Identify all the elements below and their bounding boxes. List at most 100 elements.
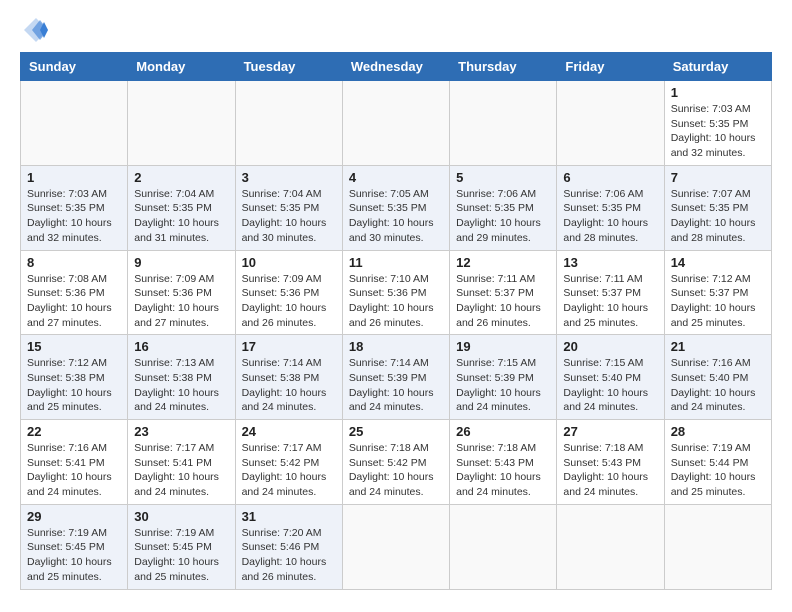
day-number: 25 <box>349 424 443 439</box>
day-info: Sunrise: 7:12 AM Sunset: 5:38 PM Dayligh… <box>27 356 121 415</box>
day-info: Sunrise: 7:15 AM Sunset: 5:39 PM Dayligh… <box>456 356 550 415</box>
calendar-cell: 28Sunrise: 7:19 AM Sunset: 5:44 PM Dayli… <box>664 420 771 505</box>
calendar-cell: 23Sunrise: 7:17 AM Sunset: 5:41 PM Dayli… <box>128 420 235 505</box>
day-number: 31 <box>242 509 336 524</box>
calendar-cell: 29 Sunrise: 7:19 AM Sunset: 5:45 PM Dayli… <box>21 504 128 589</box>
calendar-cell: 27Sunrise: 7:18 AM Sunset: 5:43 PM Dayli… <box>557 420 664 505</box>
calendar-cell: 4 Sunrise: 7:05 AM Sunset: 5:35 PM Daylig… <box>342 165 449 250</box>
calendar-cell: 7 Sunrise: 7:07 AM Sunset: 5:35 PM Daylig… <box>664 165 771 250</box>
calendar-cell: 18Sunrise: 7:14 AM Sunset: 5:39 PM Dayli… <box>342 335 449 420</box>
calendar-cell: 12 Sunrise: 7:11 AM Sunset: 5:37 PM Dayli… <box>450 250 557 335</box>
calendar-cell: 21 Sunrise: 7:16 AM Sunset: 5:40 PM Dayli… <box>664 335 771 420</box>
day-info: Sunrise: 7:05 AM Sunset: 5:35 PM Dayligh… <box>349 187 443 246</box>
header-day-thursday: Thursday <box>450 53 557 81</box>
day-info: Sunrise: 7:09 AM Sunset: 5:36 PM Dayligh… <box>134 272 228 331</box>
day-info: Sunrise: 7:16 AM Sunset: 5:41 PM Dayligh… <box>27 441 121 500</box>
day-info: Sunrise: 7:06 AM Sunset: 5:35 PM Dayligh… <box>563 187 657 246</box>
calendar-week-row: 22Sunrise: 7:16 AM Sunset: 5:41 PM Dayli… <box>21 420 772 505</box>
day-info: Sunrise: 7:11 AM Sunset: 5:37 PM Dayligh… <box>456 272 550 331</box>
day-number: 5 <box>456 170 550 185</box>
day-number: 17 <box>242 339 336 354</box>
calendar-cell: 16Sunrise: 7:13 AM Sunset: 5:38 PM Dayli… <box>128 335 235 420</box>
day-number: 3 <box>242 170 336 185</box>
calendar-cell: 9 Sunrise: 7:09 AM Sunset: 5:36 PM Daylig… <box>128 250 235 335</box>
day-info: Sunrise: 7:03 AM Sunset: 5:35 PM Dayligh… <box>671 102 765 161</box>
calendar-table: SundayMondayTuesdayWednesdayThursdayFrid… <box>20 52 772 590</box>
day-info: Sunrise: 7:09 AM Sunset: 5:36 PM Dayligh… <box>242 272 336 331</box>
day-number: 9 <box>134 255 228 270</box>
day-number: 12 <box>456 255 550 270</box>
day-info: Sunrise: 7:18 AM Sunset: 5:43 PM Dayligh… <box>456 441 550 500</box>
calendar-cell <box>557 81 664 166</box>
day-info: Sunrise: 7:14 AM Sunset: 5:38 PM Dayligh… <box>242 356 336 415</box>
day-info: Sunrise: 7:04 AM Sunset: 5:35 PM Dayligh… <box>242 187 336 246</box>
calendar-cell: 11 Sunrise: 7:10 AM Sunset: 5:36 PM Dayli… <box>342 250 449 335</box>
calendar-cell <box>21 81 128 166</box>
day-info: Sunrise: 7:19 AM Sunset: 5:44 PM Dayligh… <box>671 441 765 500</box>
calendar-cell: 20 Sunrise: 7:15 AM Sunset: 5:40 PM Dayli… <box>557 335 664 420</box>
header-day-saturday: Saturday <box>664 53 771 81</box>
day-info: Sunrise: 7:20 AM Sunset: 5:46 PM Dayligh… <box>242 526 336 585</box>
header-day-sunday: Sunday <box>21 53 128 81</box>
day-info: Sunrise: 7:08 AM Sunset: 5:36 PM Dayligh… <box>27 272 121 331</box>
day-number: 19 <box>456 339 550 354</box>
calendar-cell: 1 Sunrise: 7:03 AM Sunset: 5:35 PM Daylig… <box>21 165 128 250</box>
day-info: Sunrise: 7:19 AM Sunset: 5:45 PM Dayligh… <box>27 526 121 585</box>
day-info: Sunrise: 7:13 AM Sunset: 5:38 PM Dayligh… <box>134 356 228 415</box>
day-info: Sunrise: 7:17 AM Sunset: 5:41 PM Dayligh… <box>134 441 228 500</box>
day-info: Sunrise: 7:15 AM Sunset: 5:40 PM Dayligh… <box>563 356 657 415</box>
day-number: 26 <box>456 424 550 439</box>
day-info: Sunrise: 7:12 AM Sunset: 5:37 PM Dayligh… <box>671 272 765 331</box>
logo <box>20 16 50 44</box>
calendar-cell: 3 Sunrise: 7:04 AM Sunset: 5:35 PM Daylig… <box>235 165 342 250</box>
calendar-cell <box>342 504 449 589</box>
calendar-cell: 26 Sunrise: 7:18 AM Sunset: 5:43 PM Dayli… <box>450 420 557 505</box>
day-number: 1 <box>671 85 765 100</box>
header-row: SundayMondayTuesdayWednesdayThursdayFrid… <box>21 53 772 81</box>
header-day-monday: Monday <box>128 53 235 81</box>
day-info: Sunrise: 7:17 AM Sunset: 5:42 PM Dayligh… <box>242 441 336 500</box>
calendar-cell <box>128 81 235 166</box>
day-number: 8 <box>27 255 121 270</box>
day-number: 10 <box>242 255 336 270</box>
day-info: Sunrise: 7:18 AM Sunset: 5:42 PM Dayligh… <box>349 441 443 500</box>
calendar-cell <box>557 504 664 589</box>
calendar-cell: 13Sunrise: 7:11 AM Sunset: 5:37 PM Dayli… <box>557 250 664 335</box>
calendar-cell <box>664 504 771 589</box>
calendar-cell <box>342 81 449 166</box>
calendar-week-row: 15 Sunrise: 7:12 AM Sunset: 5:38 PM Dayli… <box>21 335 772 420</box>
day-number: 18 <box>349 339 443 354</box>
day-number: 27 <box>563 424 657 439</box>
calendar-cell <box>235 81 342 166</box>
day-number: 11 <box>349 255 443 270</box>
calendar-cell: 22Sunrise: 7:16 AM Sunset: 5:41 PM Dayli… <box>21 420 128 505</box>
day-number: 7 <box>671 170 765 185</box>
day-number: 6 <box>563 170 657 185</box>
day-number: 1 <box>27 170 121 185</box>
day-number: 21 <box>671 339 765 354</box>
calendar-cell: 17 Sunrise: 7:14 AM Sunset: 5:38 PM Dayli… <box>235 335 342 420</box>
day-info: Sunrise: 7:06 AM Sunset: 5:35 PM Dayligh… <box>456 187 550 246</box>
calendar-week-row: 1 Sunrise: 7:03 AM Sunset: 5:35 PM Daylig… <box>21 165 772 250</box>
header-day-tuesday: Tuesday <box>235 53 342 81</box>
day-info: Sunrise: 7:11 AM Sunset: 5:37 PM Dayligh… <box>563 272 657 331</box>
day-info: Sunrise: 7:10 AM Sunset: 5:36 PM Dayligh… <box>349 272 443 331</box>
calendar-cell <box>450 81 557 166</box>
calendar-cell: 5 Sunrise: 7:06 AM Sunset: 5:35 PM Daylig… <box>450 165 557 250</box>
header <box>20 16 772 44</box>
day-number: 2 <box>134 170 228 185</box>
day-info: Sunrise: 7:16 AM Sunset: 5:40 PM Dayligh… <box>671 356 765 415</box>
day-info: Sunrise: 7:07 AM Sunset: 5:35 PM Dayligh… <box>671 187 765 246</box>
day-info: Sunrise: 7:03 AM Sunset: 5:35 PM Dayligh… <box>27 187 121 246</box>
day-info: Sunrise: 7:04 AM Sunset: 5:35 PM Dayligh… <box>134 187 228 246</box>
calendar-cell: 15 Sunrise: 7:12 AM Sunset: 5:38 PM Dayli… <box>21 335 128 420</box>
calendar-cell: 10 Sunrise: 7:09 AM Sunset: 5:36 PM Dayli… <box>235 250 342 335</box>
calendar-cell: 2 Sunrise: 7:04 AM Sunset: 5:35 PM Daylig… <box>128 165 235 250</box>
calendar-cell: 25 Sunrise: 7:18 AM Sunset: 5:42 PM Dayli… <box>342 420 449 505</box>
calendar-week-row: 29 Sunrise: 7:19 AM Sunset: 5:45 PM Dayli… <box>21 504 772 589</box>
day-number: 4 <box>349 170 443 185</box>
day-number: 20 <box>563 339 657 354</box>
day-number: 29 <box>27 509 121 524</box>
header-day-wednesday: Wednesday <box>342 53 449 81</box>
day-number: 15 <box>27 339 121 354</box>
